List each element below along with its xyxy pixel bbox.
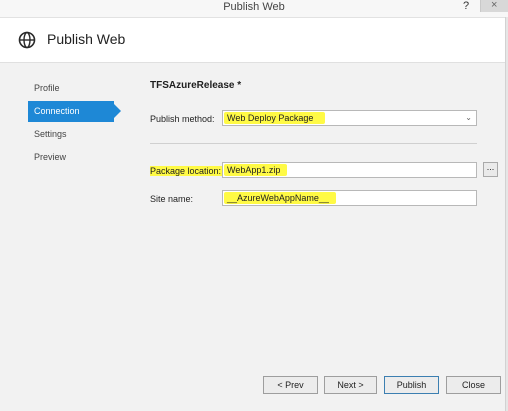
window-titlebar: Publish Web ? ×: [0, 0, 508, 18]
publish-method-select[interactable]: Web Deploy Package ⌄: [222, 110, 477, 126]
window-close-button[interactable]: ×: [480, 0, 508, 12]
window-title: Publish Web: [223, 1, 285, 13]
close-button[interactable]: Close: [446, 376, 501, 394]
close-icon: ×: [491, 0, 498, 11]
package-location-value: WebApp1.zip: [224, 164, 288, 176]
dialog-title: Publish Web: [47, 31, 126, 47]
dialog-header: Publish Web: [0, 18, 508, 63]
profile-name: TFSAzureRelease *: [150, 80, 242, 91]
publish-method-value: Web Deploy Package: [224, 112, 326, 124]
browse-button[interactable]: ...: [483, 162, 498, 177]
site-name-value: __AzureWebAppName__: [224, 192, 336, 204]
nav-item-preview[interactable]: Preview: [28, 147, 114, 168]
divider: [150, 143, 477, 144]
publish-button[interactable]: Publish: [384, 376, 439, 394]
nav-item-connection[interactable]: Connection: [28, 101, 121, 122]
site-name-input[interactable]: __AzureWebAppName__: [222, 190, 477, 206]
chevron-down-icon: ⌄: [465, 113, 472, 122]
prev-button[interactable]: < Prev: [263, 376, 318, 394]
help-icon[interactable]: ?: [463, 0, 469, 12]
next-button[interactable]: Next >: [324, 376, 377, 394]
package-location-input[interactable]: WebApp1.zip: [222, 162, 477, 178]
site-name-label: Site name:: [150, 194, 194, 204]
wizard-nav: Profile Connection Settings Preview: [0, 62, 135, 411]
package-location-label: Package location:: [150, 166, 225, 176]
nav-item-profile[interactable]: Profile: [28, 78, 114, 99]
globe-icon: [18, 31, 36, 49]
publish-method-label: Publish method:: [150, 114, 215, 124]
nav-item-settings[interactable]: Settings: [28, 124, 114, 145]
